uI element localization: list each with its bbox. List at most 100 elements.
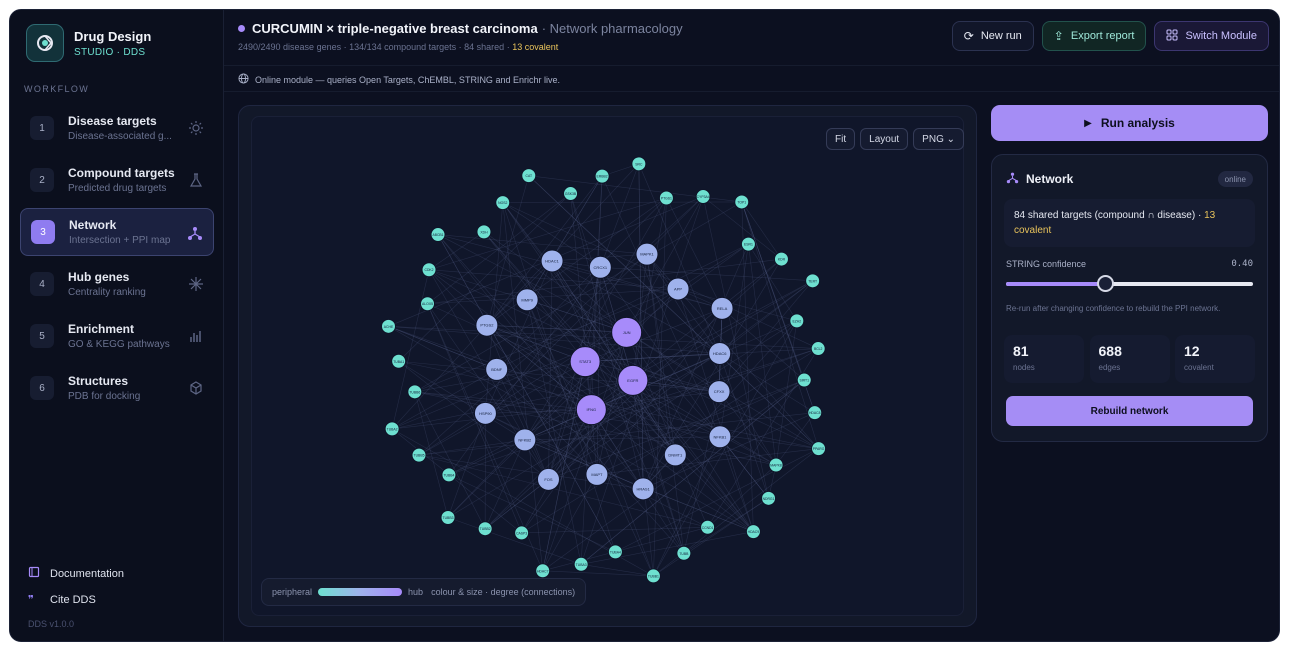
graph-node[interactable]: HDAC1 — [540, 249, 564, 273]
network-graph[interactable]: EGFR IFNG STAT3 JUN CFXX NFKB1 DNMT1 HRAS1 MAPT F… — [239, 106, 978, 628]
documentation-link[interactable]: Documentation — [28, 566, 124, 581]
graph-node[interactable]: TUBA2 — [384, 421, 400, 437]
graph-node[interactable]: APP — [666, 277, 690, 301]
graph-node[interactable]: HDAC8 — [807, 405, 823, 421]
graph-node[interactable]: TUBB — [676, 545, 692, 561]
graph-node[interactable]: TERT — [805, 273, 821, 289]
slider-handle[interactable] — [1096, 275, 1114, 292]
online-banner: Online module — queries Open Targets, Ch… — [224, 66, 1279, 92]
sun-icon — [189, 121, 203, 135]
graph-node[interactable]: PTGS2 — [475, 313, 499, 337]
step-number: 1 — [30, 116, 54, 140]
logo-icon — [26, 24, 64, 62]
graph-node[interactable]: MAPT — [585, 462, 609, 486]
graph-node[interactable]: ACHE — [380, 318, 396, 334]
graph-node[interactable]: TUBB2 — [477, 521, 493, 537]
node-label: PTGS2 — [480, 323, 494, 328]
step-network[interactable]: 3 Network Intersection + PPI map — [20, 208, 214, 256]
step-title: Disease targets — [68, 114, 157, 128]
graph-node[interactable]: BDNF — [485, 357, 509, 381]
graph-node[interactable]: MAPK1 — [635, 242, 659, 266]
graph-node[interactable]: SRC — [631, 156, 647, 172]
step-hub-genes[interactable]: 4 Hub genes Centrality ranking — [20, 260, 214, 308]
graph-node[interactable]: HDAC9 — [745, 524, 761, 540]
graph-node[interactable]: FOS — [536, 467, 560, 491]
graph-node[interactable]: TUBB6 — [407, 384, 423, 400]
graph-node[interactable]: HSP90 — [473, 401, 497, 425]
stat-label: covalent — [1184, 363, 1214, 372]
graph-node[interactable]: TUBB5 — [411, 447, 427, 463]
graph-node[interactable]: XDH — [476, 224, 492, 240]
graph-node[interactable]: CASP3 — [514, 525, 530, 541]
graph-node[interactable]: ESR1 — [740, 236, 756, 252]
graph-node[interactable]: SIRT1 — [796, 372, 812, 388]
graph-edge — [642, 244, 749, 489]
step-structures[interactable]: 6 Structures PDB for docking — [20, 364, 214, 412]
upload-icon: ⇪ — [1053, 29, 1064, 43]
png-export-dropdown[interactable]: PNG ⌄ — [913, 128, 964, 150]
graph-node[interactable]: TUBB3 — [440, 509, 456, 525]
export-report-button[interactable]: ⇪ Export report — [1041, 21, 1147, 51]
node-label: DNMT1 — [668, 452, 683, 457]
graph-node[interactable]: TUBB1 — [645, 568, 661, 584]
graph-node[interactable]: RELA — [710, 296, 734, 320]
graph-node[interactable]: NDRG1 — [761, 490, 777, 506]
graph-node[interactable]: NOS2 — [495, 195, 511, 211]
node-label: KDR — [778, 258, 786, 262]
graph-node[interactable]: IFNG — [575, 394, 607, 426]
graph-node[interactable]: CCND1 — [700, 519, 716, 535]
graph-node[interactable]: TOP1 — [734, 194, 750, 210]
graph-node[interactable]: ERBB2 — [594, 168, 610, 184]
step-disease-targets[interactable]: 1 Disease targets Disease-associated g..… — [20, 104, 214, 152]
graph-node[interactable]: TUBA3 — [573, 556, 589, 572]
node-label: CYP3A4 — [697, 195, 710, 199]
graph-node[interactable]: CRCX1 — [588, 255, 612, 279]
brand[interactable]: Drug Design STUDIO · DDS — [26, 24, 151, 62]
graph-node[interactable]: ALOX5 — [420, 296, 436, 312]
node-label: HDAC8 — [809, 411, 821, 415]
switch-module-button[interactable]: Switch Module — [1154, 21, 1269, 51]
graph-node[interactable]: HDAC7 — [535, 563, 551, 579]
graph-node[interactable]: CDK2 — [421, 262, 437, 278]
step-enrichment[interactable]: 5 Enrichment GO & KEGG pathways — [20, 312, 214, 360]
layout-button[interactable]: Layout — [860, 128, 909, 150]
graph-node[interactable]: DNMT1 — [663, 443, 687, 467]
graph-node[interactable]: CYP3A4 — [695, 189, 711, 205]
graph-node[interactable]: PTGS1 — [658, 190, 674, 206]
graph-node[interactable]: NFKB1 — [708, 425, 732, 449]
step-title: Compound targets — [68, 166, 175, 180]
graph-node[interactable]: TUBA4 — [607, 544, 623, 560]
node-label: GSK3B — [565, 192, 577, 196]
cite-link[interactable]: ❞ Cite DDS — [28, 593, 124, 607]
graph-node[interactable]: NFKB2 — [513, 428, 537, 452]
node-label: CAT — [526, 174, 533, 178]
step-subtitle: PDB for docking — [68, 391, 141, 402]
graph-node[interactable]: ABCB1 — [430, 227, 446, 243]
graph-node[interactable]: TUBB4 — [441, 467, 457, 483]
graph-node[interactable]: KDR — [773, 251, 789, 267]
graph-node[interactable]: JUN — [611, 316, 643, 348]
node-label: TUBA4 — [610, 550, 621, 554]
graph-node[interactable]: STAT3 — [569, 346, 601, 378]
confidence-slider[interactable] — [1006, 275, 1253, 292]
run-analysis-button[interactable]: ▶ Run analysis — [991, 105, 1268, 141]
node-label: PTGS1 — [661, 196, 672, 200]
graph-node[interactable]: CFXX — [707, 380, 731, 404]
graph-node[interactable]: HDAC6 — [708, 341, 732, 365]
graph-node[interactable]: PPARG — [811, 441, 827, 457]
graph-node[interactable]: GSK3B — [563, 186, 579, 202]
graph-node[interactable]: CAT — [521, 168, 537, 184]
graph-node[interactable]: TUBA1 — [391, 353, 407, 369]
graph-node[interactable]: EZH2 — [789, 313, 805, 329]
graph-node[interactable]: EGFR — [617, 364, 649, 396]
graph-node[interactable]: BCL2 — [810, 341, 826, 357]
new-run-button[interactable]: ⟳ New run — [951, 21, 1034, 51]
shared-text: 84 shared targets (compound ∩ disease) · — [1014, 210, 1202, 221]
fit-button[interactable]: Fit — [826, 128, 856, 150]
graph-node[interactable]: MMP9 — [515, 288, 539, 312]
graph-node[interactable]: HRAS1 — [631, 477, 655, 501]
graph-node[interactable]: MAPK8 — [768, 457, 784, 473]
rebuild-network-button[interactable]: Rebuild network — [1006, 396, 1253, 426]
node-label: TUBA3 — [576, 563, 587, 567]
step-compound-targets[interactable]: 2 Compound targets Predicted drug target… — [20, 156, 214, 204]
